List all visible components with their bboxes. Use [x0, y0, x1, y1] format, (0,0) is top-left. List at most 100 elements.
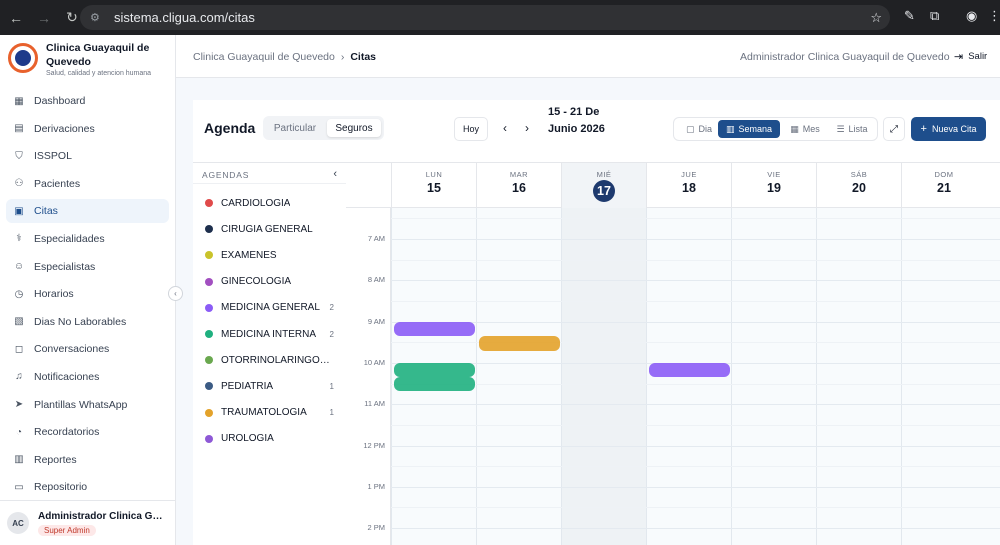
day-header-mar[interactable]: MAR 16	[476, 163, 561, 208]
day-header-vie[interactable]: VIE 19	[731, 163, 816, 208]
day-of-week: MIÉ	[596, 170, 612, 179]
day-column[interactable]	[901, 208, 986, 545]
alarm-icon: ◔	[15, 426, 23, 438]
sidebar-item-notificaciones[interactable]: ♫ Notificaciones	[6, 365, 169, 389]
day-header-dom[interactable]: DOM 21	[901, 163, 986, 208]
agenda-item[interactable]: OTORRINOLARINGOLOGIA	[193, 347, 346, 373]
day-number: 15	[427, 181, 441, 195]
chat-icon: ◻	[14, 343, 24, 355]
sidebar-item-horarios[interactable]: ◷ Horarios	[6, 282, 169, 306]
users-icon: ⚇	[14, 178, 24, 190]
agenda-item[interactable]: MEDICINA INTERNA 2	[193, 321, 346, 347]
user-profile[interactable]: AC Administrador Clinica Guayaquil de Qu…	[0, 500, 175, 545]
agenda-color-dot	[205, 251, 213, 260]
collapse-sidebar-button[interactable]: ‹	[168, 286, 183, 301]
logout-button[interactable]: ⇥ Salir	[954, 50, 987, 63]
day-header-sáb[interactable]: SÁB 20	[816, 163, 901, 208]
sidebar-item-especialistas[interactable]: ☺ Especialistas	[6, 255, 169, 279]
sidebar-item-repositorio[interactable]: ▭ Repositorio	[6, 475, 169, 499]
hour-gridline	[391, 404, 1000, 406]
breadcrumb-current: Citas	[350, 51, 377, 63]
sidebar-item-derivaciones[interactable]: ▤ Derivaciones	[6, 117, 169, 141]
sidebar-item-recordatorios[interactable]: ◔ Recordatorios	[6, 420, 169, 444]
hour-gridline	[391, 239, 1000, 240]
sidebar-item-dashboard[interactable]: ▦ Dashboard	[6, 89, 169, 113]
agenda-item[interactable]: EXAMENES	[193, 242, 346, 268]
bookmark-star-icon[interactable]: ☆	[870, 10, 882, 26]
back-icon[interactable]: ←	[4, 6, 28, 30]
view-day-button[interactable]: ▢ Dia	[680, 120, 718, 138]
menu-icon[interactable]: ⋮	[988, 8, 1000, 24]
next-week-icon[interactable]: ›	[525, 121, 529, 135]
fullscreen-button[interactable]: ⤢	[883, 117, 905, 141]
today-button[interactable]: Hoy	[454, 117, 488, 141]
agenda-color-dot	[205, 434, 213, 443]
day-column[interactable]	[561, 208, 646, 545]
day-column[interactable]	[476, 208, 561, 545]
view-list-button[interactable]: ☰ Lista	[831, 120, 873, 138]
view-week-button[interactable]: ▥ Semana	[718, 120, 780, 138]
sidebar-item-reportes[interactable]: ▥ Reportes	[6, 448, 169, 472]
agenda-item[interactable]: PEDIATRIA 1	[193, 373, 346, 399]
breadcrumb-root[interactable]: Clinica Guayaquil de Quevedo	[193, 51, 335, 63]
day-of-week: VIE	[767, 170, 781, 179]
new-appointment-button[interactable]: + Nueva Cita	[911, 117, 986, 141]
day-header-mié[interactable]: MIÉ 17	[561, 163, 646, 208]
agenda-item[interactable]: GINECOLOGIA	[193, 269, 346, 295]
profile-icon[interactable]: ◉	[966, 8, 977, 24]
appointment-event[interactable]	[649, 362, 730, 378]
sidebar-item-citas[interactable]: ▣ Citas	[6, 199, 169, 224]
hour-gridline	[391, 300, 1000, 302]
sidebar-item-especialidades[interactable]: ⚕ Especialidades	[6, 227, 169, 251]
prev-week-icon[interactable]: ‹	[503, 121, 507, 135]
appointment-event[interactable]	[394, 362, 475, 378]
document-icon: ▤	[14, 123, 24, 135]
time-label: 9 AM	[367, 316, 385, 326]
browser-toolbar: ← → ↻ ⚙ sistema.cligua.com/citas ☆ ✎ ⧉ ◉…	[0, 0, 1000, 35]
agenda-name: PEDIATRIA	[221, 380, 274, 392]
sidebar-item-plantillas-whatsapp[interactable]: ➤ Plantillas WhatsApp	[6, 393, 169, 417]
day-header-lun[interactable]: LUN 15	[391, 163, 476, 208]
day-header-jue[interactable]: JUE 18	[646, 163, 731, 208]
user-check-icon: ☺	[13, 261, 25, 273]
day-of-week: SÁB	[850, 170, 868, 179]
brand[interactable]: Clinica Guayaquil de Quevedo Salud, cali…	[0, 35, 175, 79]
agenda-name: CIRUGIA GENERAL	[221, 223, 313, 235]
sidebar-item-pacientes[interactable]: ⚇ Pacientes	[6, 172, 169, 196]
day-of-week: MAR	[509, 170, 529, 179]
sidebar-item-conversaciones[interactable]: ◻ Conversaciones	[6, 337, 169, 361]
bell-icon: ♫	[15, 371, 23, 383]
appointment-event[interactable]	[394, 321, 475, 337]
agenda-item[interactable]: CIRUGIA GENERAL	[193, 216, 346, 242]
agenda-item[interactable]: TRAUMATOLOGIA 1	[193, 400, 346, 426]
list-icon: ☰	[836, 123, 845, 134]
appointment-event[interactable]	[479, 336, 560, 351]
segment-seguros[interactable]: Seguros	[327, 119, 381, 137]
sidebar-item-isspol[interactable]: ⛉ ISSPOL	[6, 144, 169, 168]
bar-chart-icon: ▥	[14, 454, 24, 466]
appointment-event[interactable]	[394, 376, 475, 391]
agenda-color-dot	[205, 356, 213, 365]
forward-icon[interactable]: →	[32, 6, 56, 30]
view-month-button[interactable]: ▦ Mes	[785, 120, 825, 138]
hour-gridline	[391, 466, 1000, 468]
week-icon: ▥	[725, 123, 735, 134]
agenda-item[interactable]: UROLOGIA	[193, 426, 346, 452]
segment-particular[interactable]: Particular	[267, 119, 323, 137]
agenda-item[interactable]: CARDIOLOGIA	[193, 190, 346, 216]
collapse-agendas-icon[interactable]: ‹	[333, 168, 337, 180]
day-column[interactable]	[816, 208, 901, 545]
address-bar[interactable]: ⚙ sistema.cligua.com/citas ☆	[80, 5, 890, 30]
sidebar-nav: ▦ Dashboard ▤ Derivaciones ⛉ ISSPOL ⚇ Pacientes…	[0, 89, 175, 499]
calendar-icon: ▢	[685, 123, 695, 134]
sidebar-item-dias-no-laborables[interactable]: ▧ Dias No Laborables	[6, 310, 169, 334]
hour-gridline	[391, 445, 1000, 447]
agenda-count: 2	[329, 303, 334, 313]
day-column[interactable]	[731, 208, 816, 545]
agenda-name: UROLOGIA	[221, 433, 274, 445]
agenda-item[interactable]: MEDICINA GENERAL 2	[193, 295, 346, 321]
site-settings-icon[interactable]: ⚙	[90, 11, 104, 25]
extensions-icon[interactable]: ⧉	[930, 8, 939, 24]
calendar-icon: ▣	[14, 205, 24, 217]
pen-icon[interactable]: ✎	[904, 8, 915, 24]
